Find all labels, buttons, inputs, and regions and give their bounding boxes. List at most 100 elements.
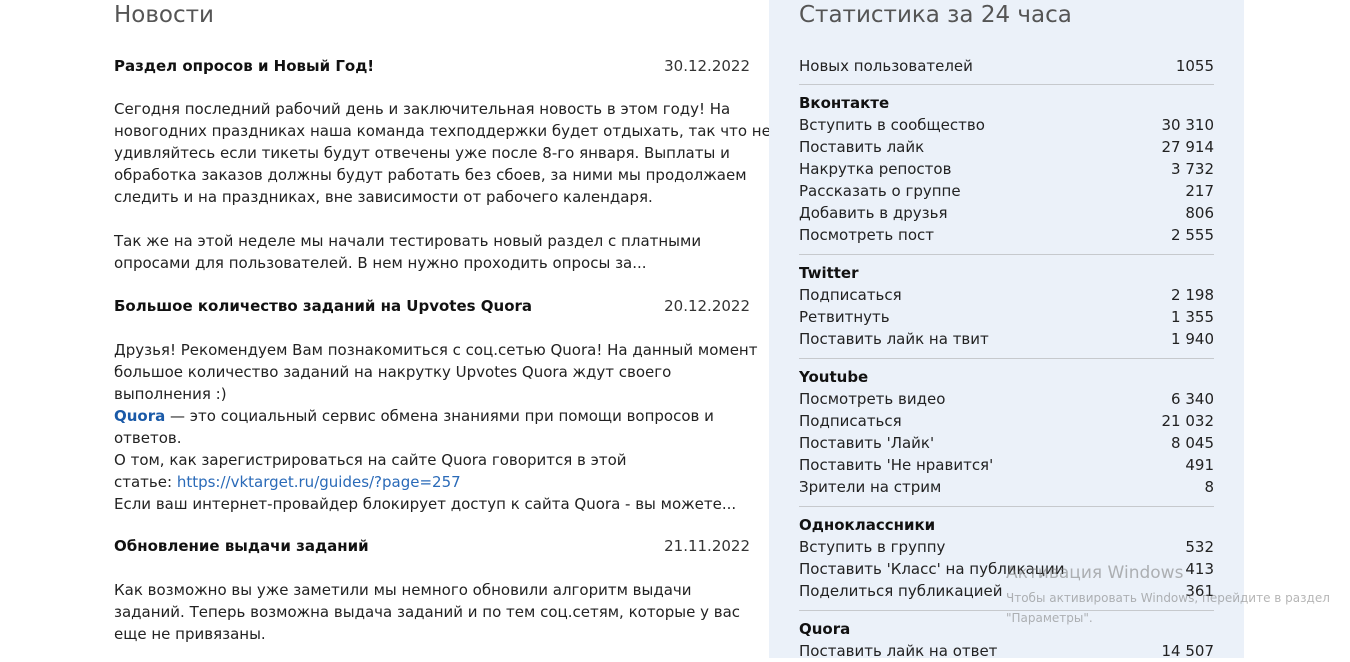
stats-label: Поставить лайк на ответ: [799, 642, 998, 660]
stats-row: Подписаться 2 198: [799, 284, 1214, 306]
article-text-line: обработка заказов должны будут работать …: [114, 166, 747, 184]
stats-value: 8: [1204, 478, 1214, 496]
stats-value: 217: [1185, 182, 1214, 200]
article-body: Друзья! Рекомендуем Вам познакомиться с …: [114, 339, 758, 515]
guide-link[interactable]: https://vktarget.ru/guides/?page=257: [177, 473, 461, 491]
stats-value: 3 732: [1171, 160, 1214, 178]
stats-label: Поставить 'Не нравится': [799, 456, 994, 474]
stats-row: Поставить 'Класс' на публикации 413: [799, 558, 1214, 580]
stats-value: 14 507: [1161, 642, 1215, 660]
stats-label: Поставить лайк на твит: [799, 330, 989, 348]
article-blank-line: [114, 208, 754, 230]
stats-group-title: Twitter: [799, 264, 859, 282]
stats-row: Поставить 'Не нравится' 491: [799, 454, 1214, 476]
article-link-prefix: статье:: [114, 473, 177, 491]
stats-label: Подписаться: [799, 286, 902, 304]
stats-label: Новых пользователей: [799, 57, 973, 75]
stats-row: Поставить лайк 27 914: [799, 136, 1214, 158]
stats-label: Вступить в группу: [799, 538, 946, 556]
stats-label: Добавить в друзья: [799, 204, 948, 222]
article-text-line: опросами для пользователей. В нем нужно …: [114, 254, 647, 272]
stats-label: Поставить 'Лайк': [799, 434, 935, 452]
stats-label: Поставить 'Класс' на публикации: [799, 560, 1065, 578]
article-body: Как возможно вы уже заметили мы немного …: [114, 579, 754, 645]
stats-value: 21 032: [1161, 412, 1215, 430]
stats-row: Посмотреть видео 6 340: [799, 388, 1214, 410]
stats-row: Вступить в группу 532: [799, 536, 1214, 558]
article-text-line: Quora — это социальный сервис обмена зна…: [114, 405, 754, 427]
stats-label: Накрутка репостов: [799, 160, 952, 178]
stats-panel: Статистика за 24 часа Новых пользователе…: [769, 0, 1244, 660]
stats-label: Вступить в сообщество: [799, 116, 985, 134]
divider: [799, 610, 1214, 611]
article-text-line: статье: https://vktarget.ru/guides/?page…: [114, 471, 754, 493]
article-header: Раздел опросов и Новый Год! 30.12.2022: [114, 55, 750, 77]
divider: [799, 254, 1214, 255]
stats-row: Вступить в сообщество 30 310: [799, 114, 1214, 136]
article-text-line: следить и на праздниках, вне зависимости…: [114, 188, 653, 206]
divider: [799, 506, 1214, 507]
stats-row: Рассказать о группе 217: [799, 180, 1214, 202]
article-text-line: удивляйтесь если тикеты будут отвечены у…: [114, 144, 730, 162]
article-body: Сегодня последний рабочий день и заключи…: [114, 98, 771, 274]
stats-value: 30 310: [1161, 116, 1215, 134]
article-text-line: большое количество заданий на накрутку U…: [114, 363, 672, 381]
divider: [799, 358, 1214, 359]
article-date: 21.11.2022: [664, 537, 750, 555]
article-title[interactable]: Большое количество заданий на Upvotes Qu…: [114, 295, 532, 317]
article-text-line: выполнения :): [114, 385, 227, 403]
article-text-line: еще не привязаны.: [114, 625, 266, 643]
stats-row: Посмотреть пост 2 555: [799, 224, 1214, 246]
stats-value: 491: [1185, 456, 1214, 474]
article-text-line: новогодних праздниках наша команда техпо…: [114, 122, 771, 140]
article-header: Обновление выдачи заданий 21.11.2022: [114, 535, 750, 557]
stats-label: Посмотреть видео: [799, 390, 946, 408]
stats-value: 532: [1185, 538, 1214, 556]
stats-heading: Статистика за 24 часа: [799, 2, 1072, 28]
article-text-line: Друзья! Рекомендуем Вам познакомиться с …: [114, 341, 758, 359]
article-date: 20.12.2022: [664, 297, 750, 315]
stats-group-title: Вконтакте: [799, 94, 890, 112]
divider: [799, 84, 1214, 85]
stats-value: 361: [1185, 582, 1214, 600]
stats-value: 6 340: [1171, 390, 1214, 408]
stats-label: Поставить лайк: [799, 138, 925, 156]
article-title[interactable]: Обновление выдачи заданий: [114, 535, 369, 557]
stats-row: Поставить лайк на твит 1 940: [799, 328, 1214, 350]
stats-label: Подписаться: [799, 412, 902, 430]
article-text-line: ответов.: [114, 429, 182, 447]
stats-label: Зрители на стрим: [799, 478, 942, 496]
article-text-line: О том, как зарегистрироваться на сайте Q…: [114, 451, 627, 469]
stats-value: 1055: [1175, 57, 1214, 75]
stats-value: 2 198: [1171, 286, 1214, 304]
stats-row: Поделиться публикацией 361: [799, 580, 1214, 602]
stats-row: Поставить 'Лайк' 8 045: [799, 432, 1214, 454]
article-text-line: Так же на этой неделе мы начали тестиров…: [114, 232, 702, 250]
stats-row: Ретвитнуть 1 355: [799, 306, 1214, 328]
quora-definition: — это социальный сервис обмена знаниями …: [165, 407, 714, 425]
stats-row: Зрители на стрим 8: [799, 476, 1214, 498]
article-date: 30.12.2022: [664, 57, 750, 75]
article-title[interactable]: Раздел опросов и Новый Год!: [114, 55, 374, 77]
article-text-line: Как возможно вы уже заметили мы немного …: [114, 581, 692, 599]
stats-value: 413: [1185, 560, 1214, 578]
stats-label: Поделиться публикацией: [799, 582, 1003, 600]
stats-group-title: Youtube: [799, 368, 869, 386]
stats-row: Поставить лайк на ответ 14 507: [799, 640, 1214, 662]
stats-value: 8 045: [1171, 434, 1214, 452]
stats-row-new-users: Новых пользователей 1055: [799, 55, 1214, 77]
stats-value: 27 914: [1161, 138, 1215, 156]
stats-label: Ретвитнуть: [799, 308, 890, 326]
stats-value: 2 555: [1171, 226, 1214, 244]
stats-value: 1 355: [1171, 308, 1214, 326]
article-text-line: Если ваш интернет-провайдер блокирует до…: [114, 495, 737, 513]
stats-value: 1 940: [1171, 330, 1214, 348]
article-text-line: Сегодня последний рабочий день и заключи…: [114, 100, 731, 118]
stats-group-title: Quora: [799, 620, 851, 638]
stats-group-title: Одноклассники: [799, 516, 936, 534]
stats-label: Рассказать о группе: [799, 182, 961, 200]
news-heading: Новости: [114, 2, 214, 28]
stats-value: 806: [1185, 204, 1214, 222]
article-header: Большое количество заданий на Upvotes Qu…: [114, 295, 750, 317]
stats-row: Добавить в друзья 806: [799, 202, 1214, 224]
